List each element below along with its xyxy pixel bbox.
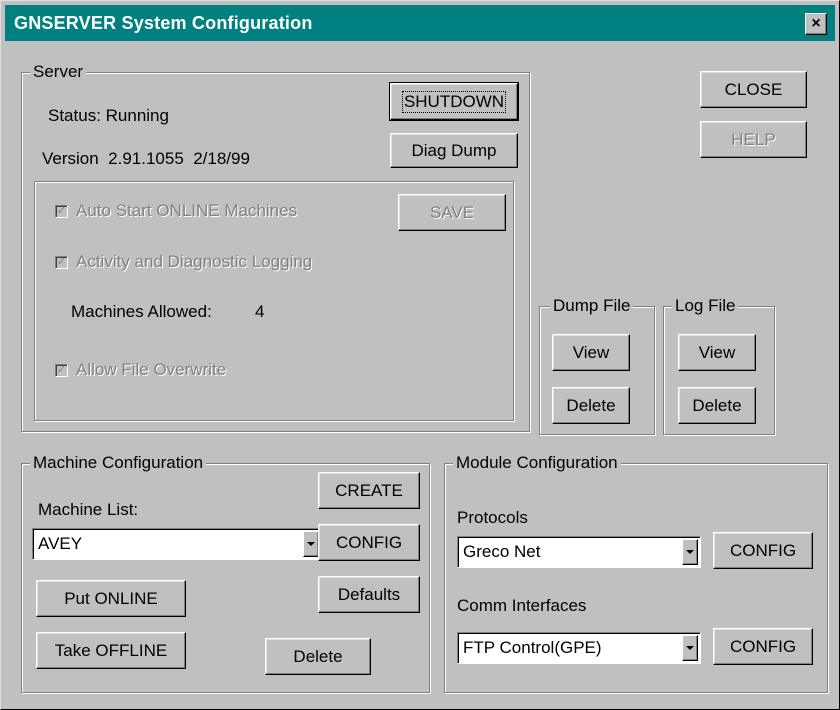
server-options-panel: ✓ Auto Start ONLINE Machines SAVE ✓ Acti… — [34, 181, 514, 421]
title-bar[interactable]: GNSERVER System Configuration × — [5, 5, 835, 41]
shutdown-button[interactable]: SHUTDOWN — [389, 82, 519, 121]
machine-config-legend: Machine Configuration — [30, 453, 207, 473]
close-button[interactable]: CLOSE — [700, 71, 807, 108]
config-window: GNSERVER System Configuration × Server S… — [0, 0, 840, 710]
server-status: Status: Running — [48, 106, 169, 125]
dump-file-group: Dump File View Delete — [539, 296, 655, 435]
protocols-dropdown[interactable]: Greco Net — [457, 536, 701, 568]
machine-list-value: AVEY — [38, 534, 83, 553]
help-button[interactable]: HELP — [700, 121, 807, 158]
close-window-button[interactable]: × — [805, 13, 827, 35]
dump-view-button[interactable]: View — [552, 334, 630, 371]
comm-config-button[interactable]: CONFIG — [713, 628, 813, 665]
put-online-button[interactable]: Put ONLINE — [36, 580, 186, 617]
chevron-down-icon[interactable] — [303, 531, 319, 557]
logging-checkbox[interactable]: ✓ — [55, 256, 68, 269]
close-icon: × — [811, 15, 821, 32]
dump-file-legend: Dump File — [550, 296, 634, 316]
log-view-button[interactable]: View — [678, 334, 756, 371]
protocol-config-button[interactable]: CONFIG — [713, 532, 813, 569]
diag-dump-button[interactable]: Diag Dump — [390, 133, 518, 168]
log-file-legend: Log File — [672, 296, 739, 316]
comm-interfaces-value: FTP Control(GPE) — [463, 638, 602, 657]
server-group: Server Status: Running Version 2.91.1055… — [21, 62, 530, 432]
machines-allowed-label: Machines Allowed: — [71, 302, 212, 321]
machine-list-label: Machine List: — [38, 500, 139, 519]
log-file-group: Log File View Delete — [663, 296, 775, 435]
delete-machine-button[interactable]: Delete — [265, 638, 371, 675]
protocols-label: Protocols — [457, 508, 528, 527]
create-machine-button[interactable]: CREATE — [318, 472, 420, 509]
server-version: Version 2.91.1055 2/18/99 — [42, 149, 250, 168]
module-config-group: Module Configuration Protocols Greco Net… — [444, 453, 828, 693]
save-button[interactable]: SAVE — [398, 194, 506, 231]
auto-start-checkbox[interactable]: ✓ — [55, 205, 68, 218]
server-legend: Server — [30, 62, 87, 82]
machine-config-group: Machine Configuration Machine List: AVEY… — [21, 453, 430, 693]
checkmark-icon: ✓ — [56, 256, 67, 268]
protocols-value: Greco Net — [463, 542, 541, 561]
dump-delete-button[interactable]: Delete — [552, 387, 630, 424]
comm-interfaces-label: Comm Interfaces — [457, 596, 587, 615]
take-offline-button[interactable]: Take OFFLINE — [36, 632, 186, 669]
machines-allowed-value: 4 — [255, 302, 265, 321]
defaults-button[interactable]: Defaults — [318, 576, 420, 613]
auto-start-label: Auto Start ONLINE Machines — [76, 201, 298, 220]
config-machine-button[interactable]: CONFIG — [318, 524, 420, 561]
chevron-down-icon[interactable] — [682, 635, 698, 661]
log-delete-button[interactable]: Delete — [678, 387, 756, 424]
window-title: GNSERVER System Configuration — [14, 13, 313, 33]
overwrite-checkbox[interactable]: ✓ — [55, 364, 68, 377]
machine-list-dropdown[interactable]: AVEY — [32, 528, 322, 560]
chevron-down-icon[interactable] — [682, 539, 698, 565]
overwrite-label: Allow File Overwrite — [76, 360, 227, 379]
module-config-legend: Module Configuration — [453, 453, 621, 473]
checkmark-icon: ✓ — [56, 205, 67, 217]
comm-interfaces-dropdown[interactable]: FTP Control(GPE) — [457, 632, 701, 664]
logging-label: Activity and Diagnostic Logging — [76, 252, 313, 271]
checkmark-icon: ✓ — [56, 364, 67, 376]
